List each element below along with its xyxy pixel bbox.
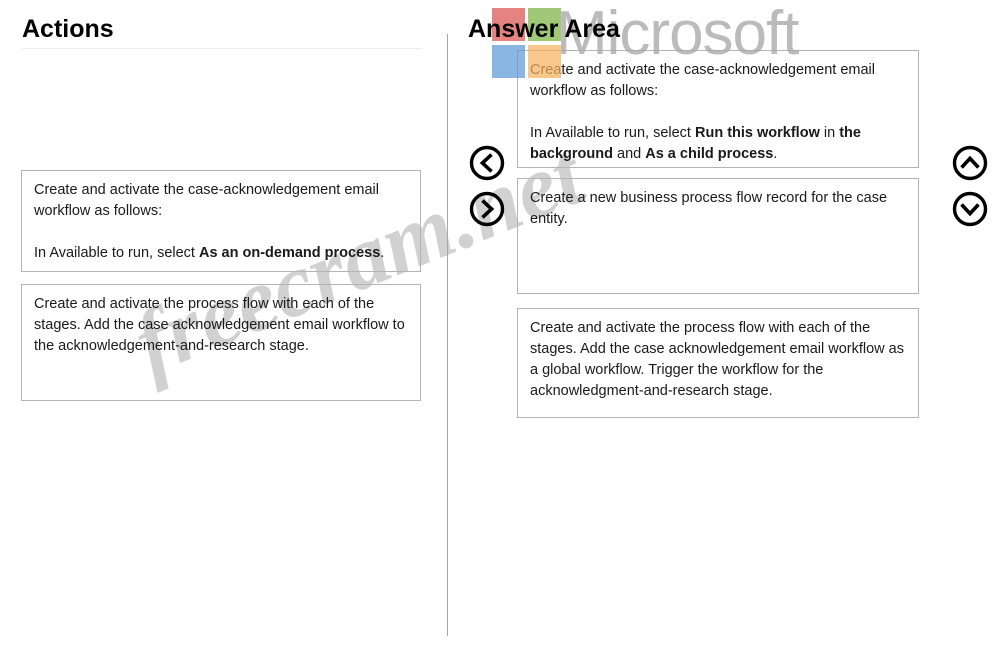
action-item-1-line2: In Available to run, select As an on-dem… bbox=[34, 243, 409, 264]
page-title-actions: Actions bbox=[22, 15, 114, 43]
chevron-down-icon bbox=[952, 191, 988, 227]
move-right-button[interactable] bbox=[469, 191, 505, 227]
answer-item-1-line1: Create and activate the case-acknowledge… bbox=[530, 62, 875, 99]
chevron-up-icon bbox=[952, 145, 988, 181]
action-item-1[interactable]: Create and activate the case-acknowledge… bbox=[21, 170, 421, 272]
chevron-left-icon bbox=[469, 145, 505, 181]
answer-item-1-line2-bold: Run this workflow bbox=[694, 125, 820, 141]
answer-item-3-line1: Create and activate the process flow wit… bbox=[530, 320, 904, 399]
action-item-1-line2-prefix: In Available to run, select bbox=[34, 245, 199, 261]
top-left-faint-rule bbox=[22, 48, 422, 49]
exam-question-canvas: freecram.net Actions Answer Area Create … bbox=[0, 0, 1000, 646]
answer-item-1-line2-mid2: and bbox=[612, 146, 646, 162]
action-item-2[interactable]: Create and activate the process flow wit… bbox=[21, 284, 421, 401]
answer-item-2-line1: Create a new business process flow recor… bbox=[530, 190, 888, 227]
answer-item-1-line2-mid: in bbox=[819, 125, 840, 141]
answer-item-1-line2: In Available to run, select Run this wor… bbox=[530, 123, 907, 165]
chevron-right-icon bbox=[469, 191, 505, 227]
action-item-1-line2-suffix: . bbox=[380, 245, 385, 261]
answer-item-1-line2-bold3: As a child process bbox=[645, 146, 774, 162]
action-item-1-line2-bold: As an on-demand process bbox=[198, 245, 381, 261]
action-item-1-line1: Create and activate the case-acknowledge… bbox=[34, 182, 379, 219]
column-divider bbox=[447, 34, 448, 636]
answer-item-1[interactable]: Create and activate the case-acknowledge… bbox=[517, 50, 919, 168]
action-item-2-line1: Create and activate the process flow wit… bbox=[34, 296, 405, 354]
move-down-button[interactable] bbox=[952, 191, 988, 227]
move-up-button[interactable] bbox=[952, 145, 988, 181]
move-left-button[interactable] bbox=[469, 145, 505, 181]
answer-item-1-line2-suffix: . bbox=[773, 146, 778, 162]
answer-item-1-line2-prefix: In Available to run, select bbox=[530, 125, 695, 141]
page-title-answer-area: Answer Area bbox=[468, 15, 620, 43]
answer-item-3[interactable]: Create and activate the process flow wit… bbox=[517, 308, 919, 418]
answer-item-2[interactable]: Create a new business process flow recor… bbox=[517, 178, 919, 294]
